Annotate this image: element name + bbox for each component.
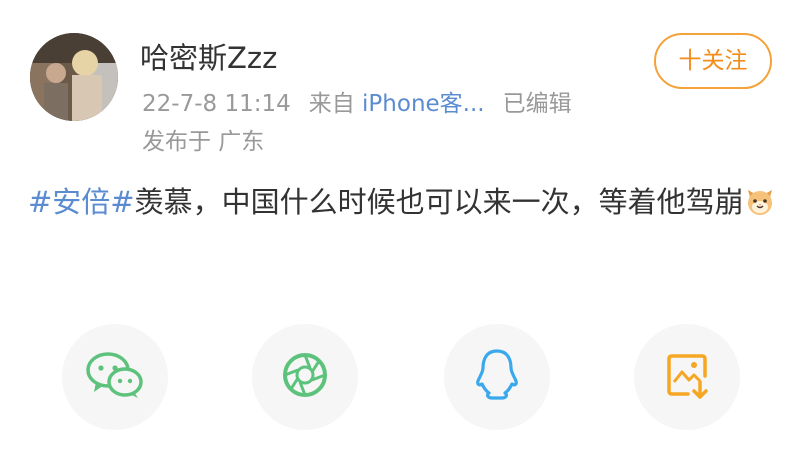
- post-timestamp: 22-7-8 11:14: [142, 91, 291, 117]
- avatar-photo: [30, 33, 118, 121]
- share-qq-button[interactable]: [444, 324, 550, 430]
- share-moments-button[interactable]: [252, 324, 358, 430]
- hashtag-link[interactable]: #安倍#: [28, 185, 135, 219]
- wechat-icon: [86, 350, 144, 404]
- cat-face-emoji-icon: [744, 185, 776, 217]
- post-meta: 22-7-8 11:14 来自 iPhone客... 已编辑: [142, 88, 572, 120]
- source-prefix: 来自: [308, 91, 355, 117]
- moments-icon: [280, 350, 330, 404]
- share-wechat-button[interactable]: [62, 324, 168, 430]
- post-body: 羡慕，中国什么时候也可以来一次，等着他驾崩: [134, 185, 744, 219]
- qq-icon: [474, 348, 520, 406]
- edited-label: 已编辑: [502, 91, 572, 117]
- post-source-link[interactable]: iPhone客...: [362, 91, 485, 117]
- author-avatar[interactable]: [30, 33, 118, 121]
- post-text: #安倍#羡慕，中国什么时候也可以来一次，等着他驾崩: [28, 180, 778, 224]
- post-location: 发布于 广东: [142, 129, 265, 155]
- follow-button[interactable]: 十关注: [654, 33, 772, 89]
- save-image-icon: [664, 350, 710, 404]
- author-name[interactable]: 哈密斯Zzz: [140, 38, 277, 78]
- share-save-image-button[interactable]: [634, 324, 740, 430]
